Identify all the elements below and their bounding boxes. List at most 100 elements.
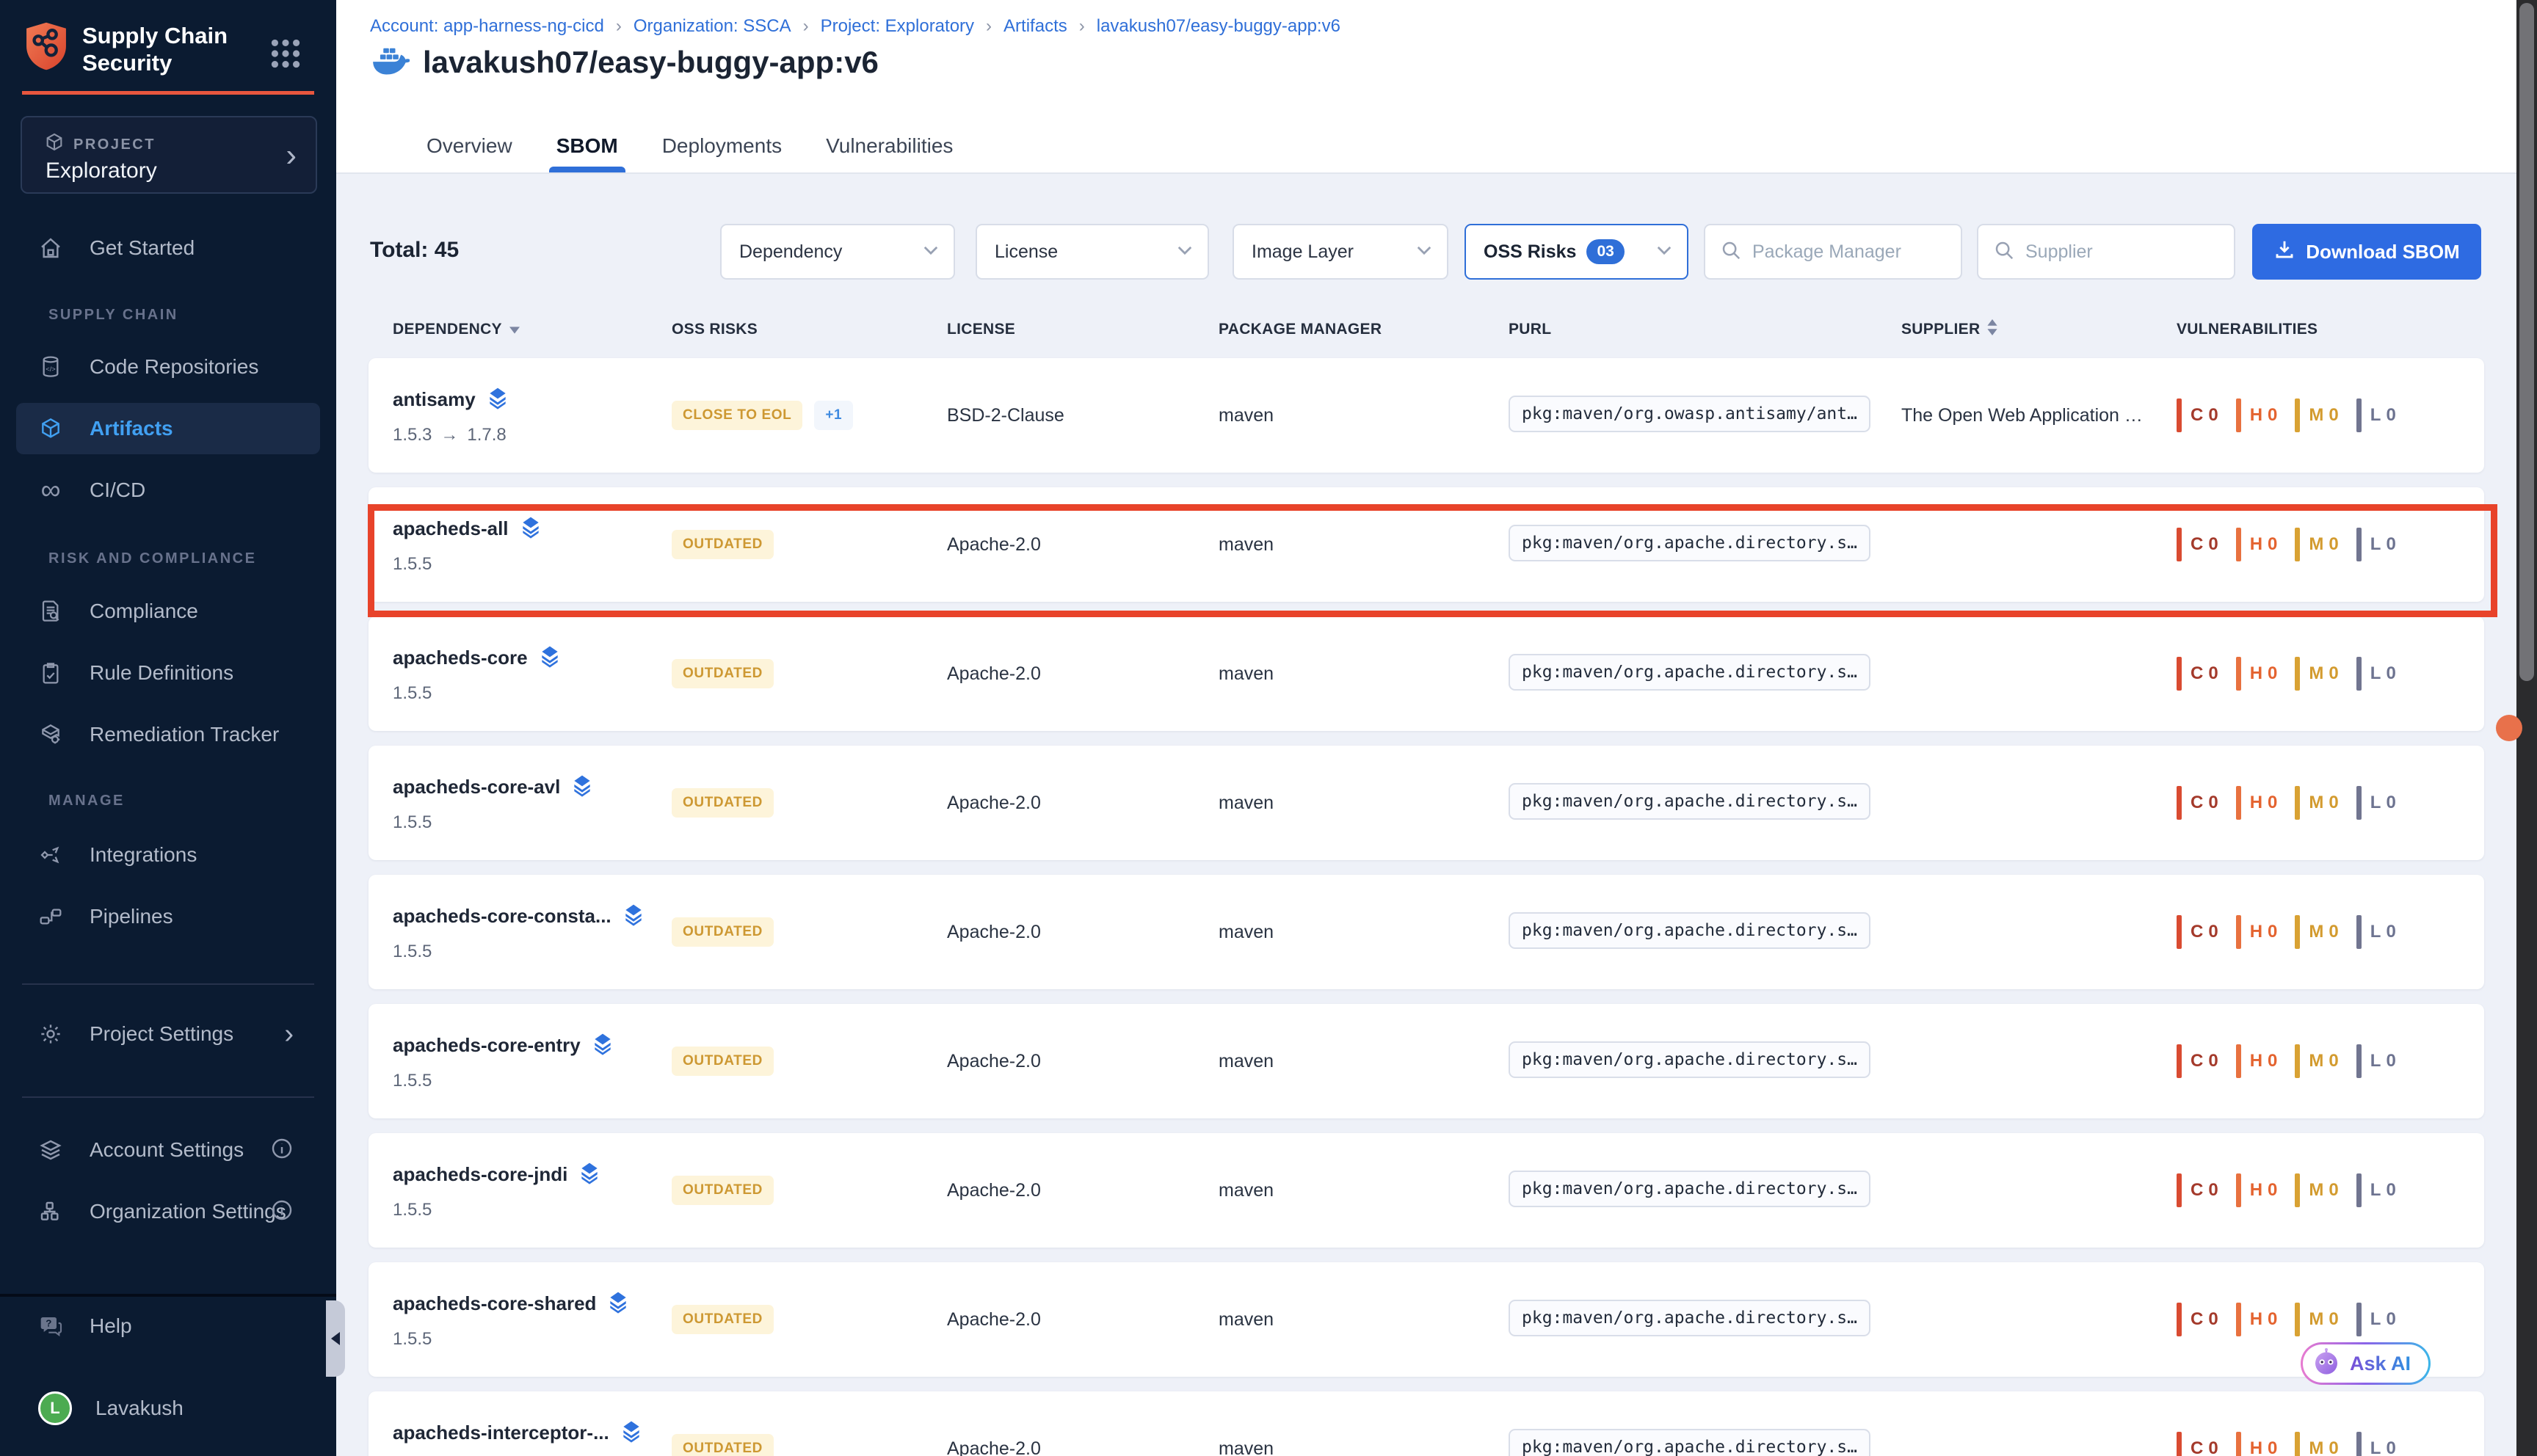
sidebar-item-compliance[interactable]: Compliance (16, 586, 320, 637)
purl-value[interactable]: pkg:maven/org.apache.directory.s… (1509, 1041, 1870, 1078)
table-row[interactable]: apacheds-core-avl1.5.5OUTDATEDApache-2.0… (369, 746, 2484, 860)
column-header-license[interactable]: LICENSE (947, 321, 1219, 338)
license-cell: Apache-2.0 (947, 1438, 1219, 1456)
box-icon (38, 417, 63, 440)
project-selector[interactable]: PROJECT Exploratory › (21, 116, 317, 194)
severity-bar-icon (2356, 1303, 2362, 1336)
supplier-input[interactable] (2025, 241, 2204, 263)
project-cube-icon (44, 132, 65, 156)
tab-sbom[interactable]: SBOM (554, 120, 621, 172)
breadcrumb-link[interactable]: Artifacts (1003, 16, 1067, 37)
scrollbar-thumb[interactable] (2519, 3, 2534, 681)
dependency-version: 1.5.3→1.7.8 (393, 425, 672, 445)
purl-value[interactable]: pkg:maven/org.apache.directory.s… (1509, 1429, 1870, 1456)
breadcrumb-separator-icon: › (803, 16, 809, 37)
vulnerability-c-count: C0 (2177, 1432, 2218, 1456)
severity-bar-icon (2236, 1173, 2241, 1207)
filter-dropdown-image-layer[interactable]: Image Layer (1233, 224, 1448, 280)
tab-vulnerabilities[interactable]: Vulnerabilities (823, 120, 956, 172)
purl-value[interactable]: pkg:maven/org.apache.directory.s… (1509, 525, 1870, 561)
user-menu[interactable]: L Lavakush (16, 1383, 320, 1434)
dependency-version: 1.5.5 (393, 1071, 672, 1091)
package-manager-input[interactable] (1752, 241, 1931, 263)
dependency-cell: apacheds-core-consta...1.5.5 (393, 903, 672, 962)
purl-value[interactable]: pkg:maven/org.apache.directory.s… (1509, 654, 1870, 691)
column-header-dependency[interactable]: DEPENDENCY (393, 321, 672, 338)
sidebar-item-rule-definitions[interactable]: Rule Definitions (16, 647, 320, 699)
package-manager-cell: maven (1219, 1180, 1509, 1201)
dependency-name: apacheds-core-jndi (393, 1163, 567, 1186)
ask-ai-button[interactable]: Ask AI (2301, 1342, 2431, 1385)
table-row[interactable]: apacheds-core-entry1.5.5OUTDATEDApache-2… (369, 1004, 2484, 1118)
license-cell: Apache-2.0 (947, 1180, 1219, 1201)
help-chat-icon: ? (38, 1314, 63, 1338)
sidebar-item-ci-cd[interactable]: ∞CI/CD (16, 465, 320, 516)
column-header-vulnerabilities[interactable]: VULNERABILITIES (2177, 321, 2484, 338)
dependency-name: antisamy (393, 388, 476, 411)
sidebar-item-account-settings[interactable]: Account Settings (16, 1124, 320, 1176)
sidebar-item-remediation-tracker[interactable]: Remediation Tracker (16, 709, 320, 760)
table-row[interactable]: antisamy1.5.3→1.7.8CLOSE TO EOL+1BSD-2-C… (369, 358, 2484, 473)
dependency-version: 1.5.5 (393, 942, 672, 962)
table-row[interactable]: apacheds-interceptor-...1.5.5OUTDATEDApa… (369, 1391, 2484, 1456)
purl-value[interactable]: pkg:maven/org.apache.directory.s… (1509, 1300, 1870, 1336)
divider (0, 1294, 336, 1297)
table-row[interactable]: apacheds-core1.5.5OUTDATEDApache-2.0mave… (369, 616, 2484, 731)
table-row[interactable]: apacheds-core-jndi1.5.5OUTDATEDApache-2.… (369, 1133, 2484, 1248)
app-switcher-grid-icon[interactable] (267, 35, 304, 76)
breadcrumb-link[interactable]: Organization: SSCA (634, 16, 791, 37)
risk-badge: CLOSE TO EOL (672, 401, 802, 430)
oss-risks-cell: OUTDATED (672, 659, 947, 688)
page-header: Account: app-harness-ng-cicd › Organizatio… (336, 0, 2516, 174)
purl-value[interactable]: pkg:maven/org.apache.directory.s… (1509, 912, 1870, 949)
oss-risks-cell: OUTDATED (672, 1046, 947, 1076)
vulnerability-c-count: C0 (2177, 1173, 2218, 1207)
table-row[interactable]: apacheds-all1.5.5OUTDATEDApache-2.0maven… (369, 487, 2484, 602)
breadcrumb-separator-icon: › (616, 16, 622, 37)
vulnerability-l-count: L0 (2356, 786, 2396, 820)
tab-overview[interactable]: Overview (424, 120, 515, 172)
tab-deployments[interactable]: Deployments (659, 120, 785, 172)
filter-count-badge: 03 (1586, 239, 1624, 264)
search-icon (1720, 239, 1742, 265)
purl-cell: pkg:maven/org.apache.directory.s… (1509, 525, 1901, 565)
severity-bar-icon (2236, 1303, 2241, 1336)
download-sbom-button[interactable]: Download SBOM (2252, 224, 2481, 280)
supplier-search[interactable] (1977, 224, 2235, 280)
download-icon (2273, 239, 2295, 266)
purl-value[interactable]: pkg:maven/org.owasp.antisamy/ant… (1509, 396, 1870, 432)
sidebar-item-get-started[interactable]: Get Started (16, 222, 320, 274)
sidebar-section-label: RISK AND COMPLIANCE (48, 550, 256, 567)
column-header-supplier[interactable]: SUPPLIER (1901, 319, 2177, 340)
sidebar-item-organization-settings[interactable]: Organization Settings (16, 1186, 320, 1237)
package-manager-search[interactable] (1704, 224, 1962, 280)
sidebar-item-help[interactable]: ? Help (16, 1300, 320, 1352)
table-row[interactable]: apacheds-core-consta...1.5.5OUTDATEDApac… (369, 875, 2484, 989)
sidebar-item-code-repositories[interactable]: </>Code Repositories (16, 341, 320, 393)
purl-cell: pkg:maven/org.apache.directory.s… (1509, 1041, 1901, 1082)
risk-badge: OUTDATED (672, 530, 774, 559)
clipboard-check-icon (38, 661, 63, 685)
filter-dropdown-license[interactable]: License (976, 224, 1209, 280)
purl-value[interactable]: pkg:maven/org.apache.directory.s… (1509, 1171, 1870, 1207)
sidebar-item-project-settings[interactable]: Project Settings › (16, 1008, 320, 1060)
purl-value[interactable]: pkg:maven/org.apache.directory.s… (1509, 783, 1870, 820)
breadcrumb-link[interactable]: Account: app-harness-ng-cicd (370, 16, 604, 37)
column-header-package-manager[interactable]: PACKAGE MANAGER (1219, 321, 1509, 338)
vulnerability-h-count: H0 (2236, 1044, 2278, 1078)
breadcrumb-link[interactable]: Project: Exploratory (821, 16, 974, 37)
severity-bar-icon (2236, 915, 2241, 949)
filter-dropdown-dependency[interactable]: Dependency (720, 224, 955, 280)
column-header-purl[interactable]: PURL (1509, 321, 1901, 338)
layers-icon (578, 1161, 601, 1188)
column-header-oss-risks[interactable]: OSS RISKS (672, 321, 947, 338)
breadcrumb-link[interactable]: lavakush07/easy-buggy-app:v6 (1097, 16, 1340, 37)
sidebar-item-pipelines[interactable]: Pipelines (16, 891, 320, 942)
sidebar-collapse-handle[interactable] (326, 1300, 345, 1377)
sidebar-item-artifacts[interactable]: Artifacts (16, 403, 320, 454)
vulnerability-m-count: M0 (2295, 528, 2338, 561)
filter-dropdown-oss-risks[interactable]: OSS Risks03 (1465, 224, 1688, 280)
vulnerability-l-count: L0 (2356, 1303, 2396, 1336)
table-row[interactable]: apacheds-core-shared1.5.5OUTDATEDApache-… (369, 1262, 2484, 1377)
sidebar-item-integrations[interactable]: Integrations (16, 829, 320, 881)
